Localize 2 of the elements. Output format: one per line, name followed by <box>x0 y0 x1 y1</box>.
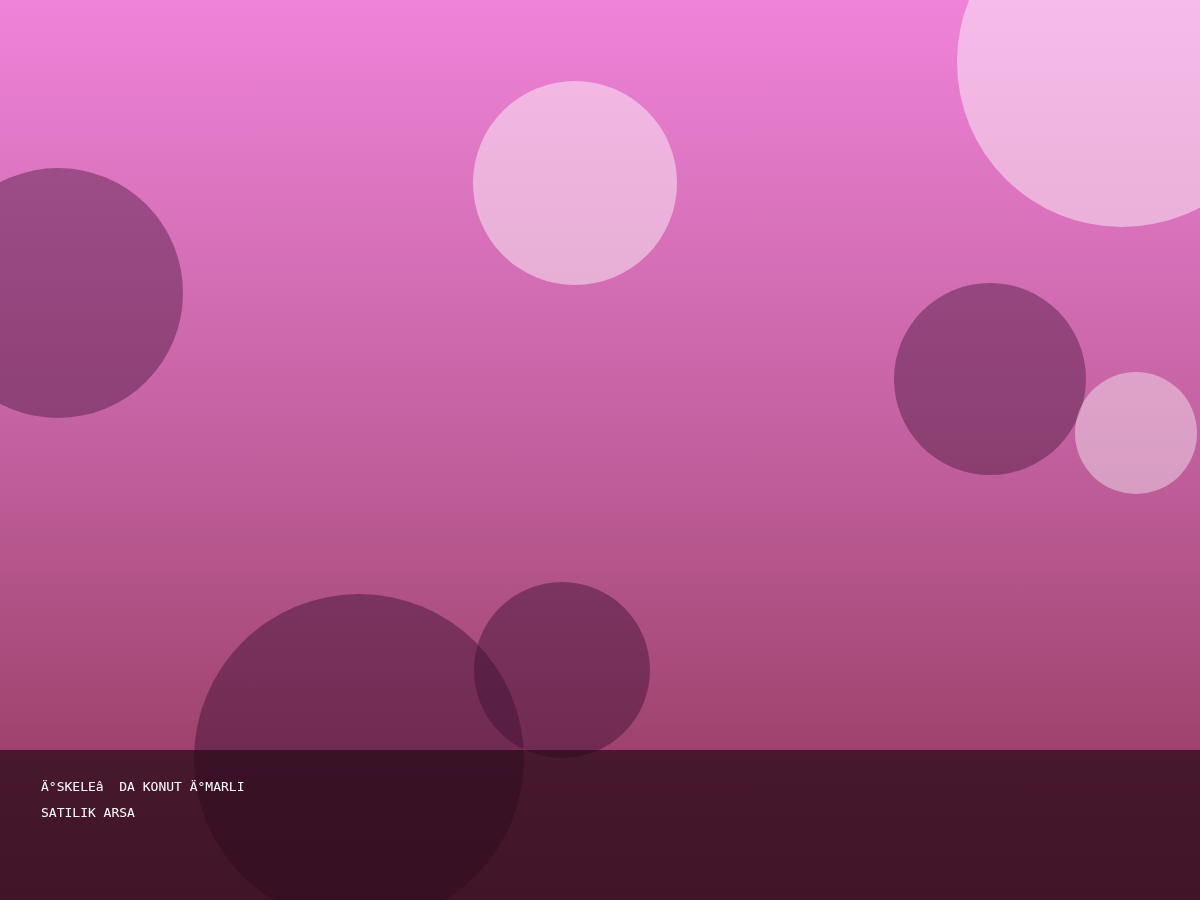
caption-text: SATILIK ARSA <box>41 804 135 822</box>
caption-text: Ä°SKELEâ DA KONUT Ä°MARLI <box>41 778 245 796</box>
